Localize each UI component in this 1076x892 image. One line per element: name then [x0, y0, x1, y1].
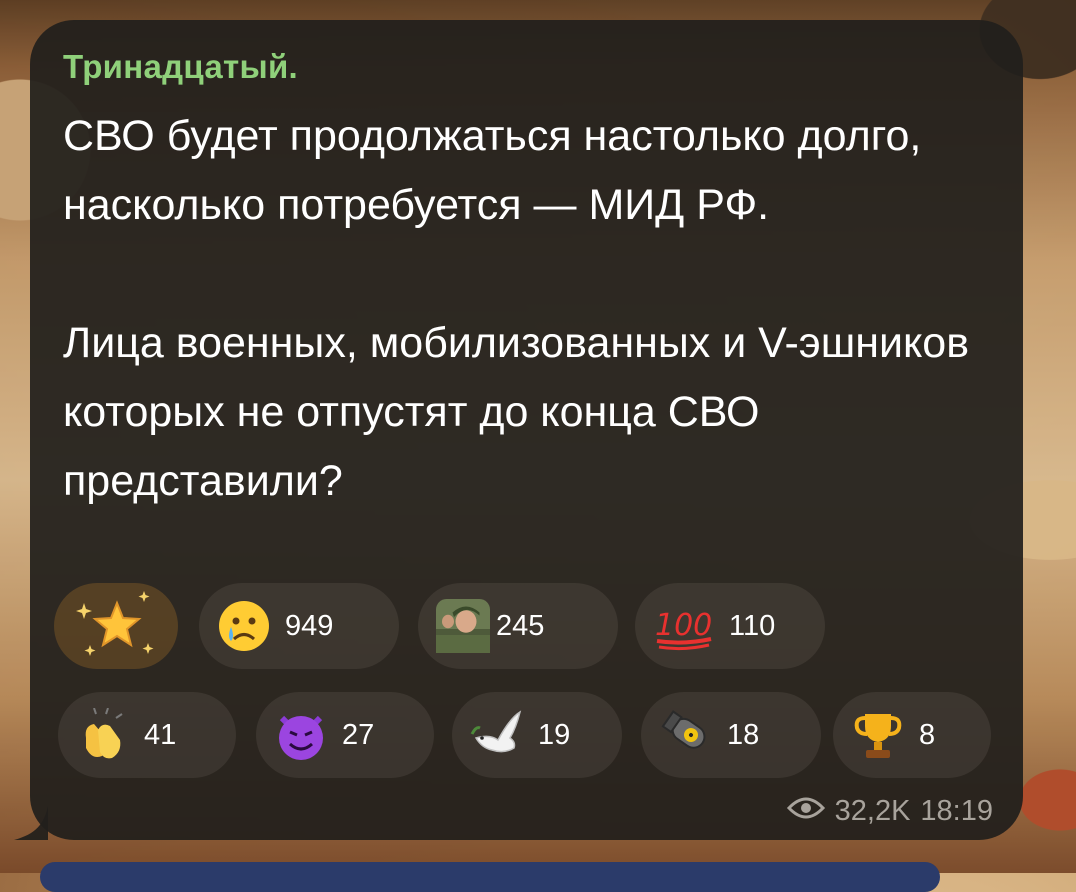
reaction-dove[interactable]: 19 — [452, 692, 622, 778]
message-text: СВО будет продолжаться настолько долго, … — [63, 112, 970, 505]
message-time: 18:19 — [920, 795, 993, 827]
reaction-hundred[interactable]: 100 110 — [635, 583, 825, 669]
clapping-hands-icon — [76, 708, 130, 762]
reaction-count: 27 — [342, 718, 375, 751]
bomb-icon — [659, 708, 723, 762]
reaction-bomb[interactable]: 18 — [641, 692, 821, 778]
reaction-count: 949 — [285, 609, 334, 642]
view-count: 32,2K — [834, 795, 911, 827]
crying-face-icon — [217, 599, 271, 653]
sender-name[interactable]: Тринадцатый. — [63, 48, 298, 86]
next-message-preview — [40, 862, 940, 892]
smiling-devil-icon — [274, 708, 328, 762]
reaction-devil[interactable]: 27 — [256, 692, 434, 778]
star-icon — [72, 591, 162, 656]
message-bubble[interactable]: Тринадцатый. СВО будет продолжаться наст… — [30, 20, 1023, 840]
reaction-crying-face[interactable]: 949 — [199, 583, 399, 669]
reaction-count: 41 — [144, 718, 177, 751]
hundred-points-icon: 100 — [653, 599, 715, 653]
reaction-clapping[interactable]: 41 — [58, 692, 236, 778]
reaction-count: 245 — [496, 609, 545, 642]
reaction-trophy[interactable]: 8 — [833, 692, 991, 778]
trophy-icon — [851, 708, 905, 762]
reaction-star[interactable] — [54, 583, 178, 669]
reaction-count: 8 — [919, 718, 936, 751]
reaction-count: 19 — [538, 718, 571, 751]
eye-icon — [786, 795, 825, 828]
dove-icon — [470, 708, 524, 762]
svg-text:100: 100 — [655, 608, 712, 643]
custom-photo-reaction-icon — [436, 599, 490, 653]
reaction-count: 110 — [729, 609, 776, 642]
reaction-count: 18 — [727, 718, 760, 751]
reaction-custom-photo[interactable]: 245 — [418, 583, 618, 669]
message-meta: 32,2K 18:19 — [786, 795, 993, 828]
